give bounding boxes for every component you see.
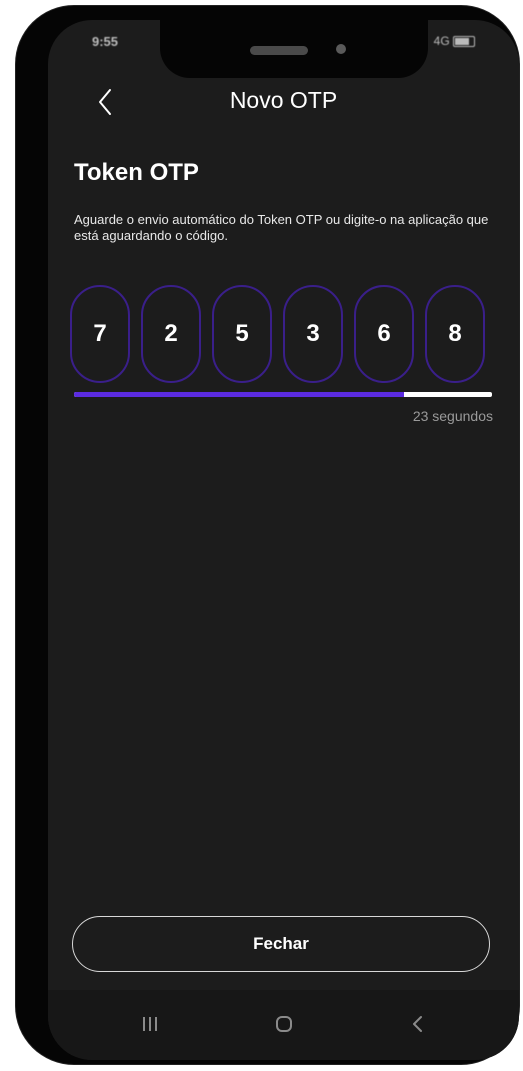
countdown-progress-bar — [74, 392, 492, 397]
nav-back-icon[interactable] — [398, 1006, 438, 1042]
section-title: Token OTP — [74, 159, 199, 186]
instruction-text: Aguarde o envio automático do Token OTP … — [74, 212, 489, 243]
otp-digit-1[interactable]: 7 — [70, 285, 130, 383]
signal-text: 4G — [433, 34, 450, 48]
otp-digit-3[interactable]: 5 — [212, 285, 272, 383]
countdown-label: 23 segundos — [412, 408, 493, 424]
camera-notch — [160, 20, 428, 78]
system-nav-bar — [48, 990, 519, 1060]
close-button[interactable]: Fechar — [72, 916, 490, 972]
status-indicators: 4G — [434, 34, 475, 48]
home-icon[interactable] — [264, 1006, 304, 1042]
status-time: 9:55 — [92, 34, 119, 49]
otp-digit-6[interactable]: 8 — [425, 285, 485, 383]
otp-digit-2[interactable]: 2 — [141, 285, 201, 383]
phone-frame: 9:55 4G Novo OTP Token OTP Aguarde o env… — [16, 6, 519, 1064]
recent-apps-icon[interactable] — [130, 1006, 170, 1042]
front-camera — [336, 44, 346, 54]
otp-digit-5[interactable]: 6 — [354, 285, 414, 383]
battery-icon — [453, 36, 475, 48]
otp-code-row: 7 2 5 3 6 8 — [70, 285, 510, 385]
page-title: Novo OTP — [229, 87, 338, 113]
app-screen: 9:55 4G Novo OTP Token OTP Aguarde o env… — [48, 20, 519, 1060]
speaker-grille — [250, 46, 308, 55]
countdown-progress-fill — [74, 392, 405, 397]
otp-digit-4[interactable]: 3 — [283, 285, 343, 383]
